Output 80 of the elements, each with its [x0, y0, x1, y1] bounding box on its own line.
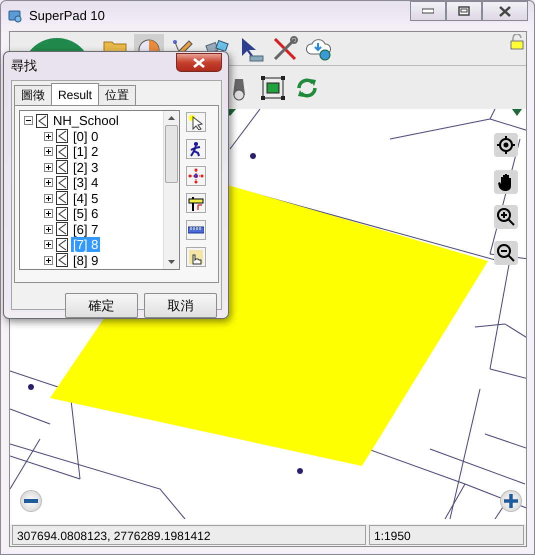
move-points-button[interactable]: [186, 166, 206, 186]
tab[interactable]: 圖徵: [14, 85, 52, 105]
layer-icon: [56, 176, 68, 190]
zoom-out-button[interactable]: [20, 490, 42, 512]
point-marker: [28, 384, 34, 390]
layer-icon: [56, 144, 68, 159]
expand-icon[interactable]: [44, 132, 53, 141]
tree-item[interactable]: [6] 7: [71, 222, 100, 237]
close-button[interactable]: [176, 53, 222, 72]
tab[interactable]: 位置: [98, 85, 136, 105]
wrench-screwdriver-icon: [272, 36, 298, 62]
ruler-button[interactable]: [186, 220, 206, 240]
tree-item[interactable]: NH_School: [51, 113, 121, 128]
move-points-icon: [188, 168, 204, 184]
road-line: [10, 408, 50, 424]
tree-item[interactable]: [4] 5: [71, 190, 100, 206]
maximize-icon: [458, 6, 470, 16]
layer-icon: [56, 129, 68, 144]
signpost-button[interactable]: [186, 193, 206, 213]
app-icon: [7, 8, 23, 24]
expand-icon[interactable]: [44, 194, 53, 203]
layer-icon: [56, 191, 68, 206]
ruler-icon: [188, 226, 204, 234]
expand-icon[interactable]: [44, 209, 53, 218]
layer-icon: [56, 206, 68, 221]
crosshair-icon: [496, 135, 516, 155]
cancel-button[interactable]: 取消: [144, 293, 217, 318]
scrollbar[interactable]: [163, 111, 179, 269]
signpost-icon: [188, 195, 204, 211]
expand-icon[interactable]: [44, 224, 53, 234]
zoom-out-button[interactable]: [494, 241, 518, 265]
layer-icon: [36, 114, 48, 128]
zoom-in-button[interactable]: [494, 205, 518, 229]
pencil-icon: [171, 38, 195, 51]
window-title: SuperPad 10: [29, 7, 105, 26]
tree-item[interactable]: [2] 3: [71, 160, 100, 175]
pointer-button[interactable]: [186, 112, 206, 132]
lock-icon: [510, 34, 524, 50]
maximize-button[interactable]: [446, 1, 482, 21]
select-box-icon: [260, 74, 286, 100]
expand-icon[interactable]: [44, 240, 53, 250]
hand-pointer-button[interactable]: [186, 247, 206, 267]
minimize-button[interactable]: [410, 1, 446, 21]
minus-icon: [24, 499, 38, 503]
layer-icon: [56, 160, 68, 174]
tab[interactable]: Result: [51, 83, 100, 105]
ok-button[interactable]: 確定: [65, 293, 138, 318]
point-marker: [250, 153, 256, 159]
tools-icon: [204, 38, 230, 51]
scale-field: 1:1950: [369, 525, 524, 545]
expand-icon[interactable]: [44, 256, 53, 265]
tree-item[interactable]: [5] 6: [71, 206, 100, 222]
expand-icon[interactable]: [44, 147, 53, 156]
locate-button[interactable]: [494, 133, 518, 157]
dialog-title: 尋找: [11, 57, 37, 75]
close-button[interactable]: [482, 1, 528, 21]
expand-icon[interactable]: [44, 162, 53, 172]
tree-item[interactable]: [1] 2: [71, 144, 100, 160]
zoom-out-icon: [496, 243, 516, 263]
tree-item[interactable]: [8] 9: [71, 252, 100, 268]
expand-icon[interactable]: [44, 178, 53, 188]
tree-item[interactable]: [0] 0: [71, 128, 100, 144]
pan-hand-button[interactable]: [494, 170, 518, 194]
close-icon: [193, 58, 205, 68]
layer-icon: [56, 222, 68, 236]
point-marker: [297, 468, 303, 474]
plus-icon: [504, 494, 518, 508]
layer-icon: [56, 253, 68, 268]
minimize-icon: [422, 8, 434, 14]
coordinates-field: 307694.0808123, 2776289.1981412: [12, 525, 366, 545]
road-line: [230, 109, 260, 150]
tree-item[interactable]: [3] 4: [71, 175, 100, 190]
running-figure-button[interactable]: [186, 139, 206, 159]
zoom-in-icon: [496, 207, 516, 227]
close-icon: [499, 6, 511, 16]
hand-pointer-icon: [188, 249, 204, 265]
collapse-icon[interactable]: [24, 116, 33, 126]
pointer-icon: [188, 114, 204, 130]
zoom-in-button[interactable]: [500, 490, 522, 512]
layer-icon: [56, 238, 68, 252]
